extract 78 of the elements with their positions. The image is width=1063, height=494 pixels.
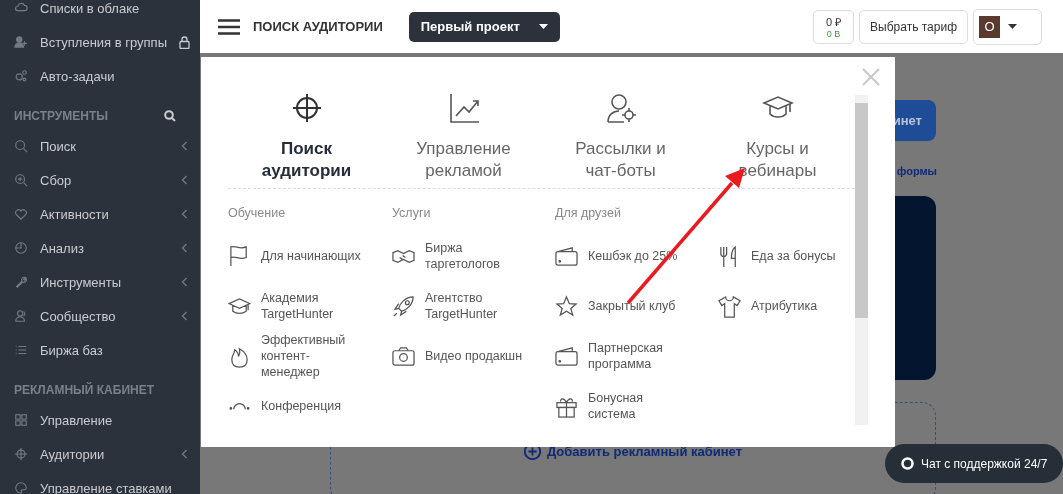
column-heading: Обучение — [228, 206, 287, 222]
sidebar-item[interactable]: Авто-задачи — [0, 59, 200, 93]
t-shirt-icon — [718, 294, 741, 318]
bonus-balance: 0 В — [826, 29, 841, 39]
caret-icon — [1008, 24, 1017, 29]
menu-icon[interactable] — [218, 18, 240, 35]
sidebar-item[interactable]: Сообщество — [0, 299, 200, 333]
chart-icon — [447, 92, 480, 124]
flame-icon — [228, 344, 251, 368]
menu-link[interactable]: Атрибутика — [718, 281, 855, 331]
menu-link[interactable]: Закрытый клуб — [555, 281, 718, 331]
column-heading: Для друзей — [555, 206, 622, 222]
sidebar-item[interactable]: Биржа баз — [0, 333, 200, 367]
pie-icon — [14, 241, 28, 255]
heart-icon — [14, 207, 28, 221]
sidebar-item[interactable]: Аудитории — [0, 437, 200, 471]
chevron-icon — [181, 175, 188, 185]
sidebar-item[interactable]: Поиск — [0, 129, 200, 163]
menu-link[interactable]: Бонусная система — [555, 381, 718, 425]
menu-link[interactable]: Партнерская программа — [555, 331, 718, 381]
page-title: ПОИСК АУДИТОРИИ — [253, 19, 383, 34]
support-chat-button[interactable]: Чат с поддержкой 24/7 — [885, 444, 1063, 483]
category-tab[interactable]: Управление рекламой — [385, 92, 542, 182]
chevron-icon — [181, 243, 188, 253]
menu-link[interactable]: Конференция — [228, 381, 392, 425]
caret-icon — [538, 24, 548, 29]
lock-icon — [179, 35, 190, 49]
menu-link[interactable]: Академия TargetHunter — [228, 281, 392, 331]
menu-link[interactable]: Эффективный контент- менеджер — [228, 331, 392, 381]
sidebar-item[interactable]: Активности — [0, 197, 200, 231]
sidebar-item[interactable]: Сбор — [0, 163, 200, 197]
grid-icon — [14, 413, 28, 427]
section-title: РЕКЛАМНЫЙ КАБИНЕТ — [14, 383, 155, 397]
crosshair-icon — [290, 92, 323, 124]
account-button[interactable]: О — [973, 8, 1042, 45]
star-icon — [555, 294, 578, 318]
search-icon — [14, 139, 28, 153]
menu-link[interactable]: Биржа таргетологов — [392, 231, 555, 281]
avatar: О — [979, 15, 1000, 38]
wallet-icon — [555, 344, 578, 368]
users-icon — [14, 309, 28, 323]
category-tab[interactable]: Поиск аудитории — [228, 92, 385, 182]
chevron-icon — [181, 277, 188, 287]
column-heading: Услуги — [392, 206, 432, 222]
search-icon[interactable] — [164, 110, 176, 122]
money-balance: 0 ₽ — [825, 15, 842, 29]
chevron-icon — [181, 209, 188, 219]
user-plus-icon — [14, 35, 28, 49]
plan-button[interactable]: Выбрать тариф — [859, 9, 968, 44]
project-dropdown[interactable]: Первый проект — [408, 11, 560, 42]
rocket-icon — [392, 294, 415, 318]
category-tab[interactable]: Рассылки и чат-боты — [542, 92, 699, 182]
chevron-icon — [181, 449, 188, 459]
zoom-in-icon — [14, 173, 28, 187]
menu-link[interactable]: Еда за бонусы — [718, 231, 855, 281]
scrollbar[interactable] — [855, 95, 868, 425]
menu-link[interactable]: Для начинающих — [228, 231, 392, 281]
chevron-icon — [181, 311, 188, 321]
chevron-icon — [181, 141, 188, 151]
sidebar-item[interactable]: Анализ — [0, 231, 200, 265]
palette-icon — [14, 481, 28, 494]
sidebar-item[interactable]: Инструменты — [0, 265, 200, 299]
balance-box[interactable]: 0 ₽ 0 В — [813, 9, 855, 44]
section-title: ИНСТРУМЕНТЫ — [14, 109, 109, 123]
wallet-icon — [555, 244, 578, 268]
camera-icon — [392, 344, 415, 368]
crosshair-icon — [14, 447, 28, 461]
menu-link[interactable]: Видео продакшн — [392, 331, 555, 381]
lifebuoy-icon — [901, 457, 914, 470]
wrench-icon — [14, 275, 28, 289]
menu-link[interactable]: Агентство TargetHunter — [392, 281, 555, 331]
sidebar-item[interactable]: Вступления в группы — [0, 25, 200, 59]
category-tab[interactable]: Курсы и вебинары — [699, 92, 856, 182]
sidebar-item[interactable]: Управление — [0, 403, 200, 437]
sidebar-item[interactable]: Списки в облаке — [0, 0, 200, 25]
user-gear-icon — [604, 92, 637, 124]
gears-icon — [14, 69, 28, 83]
list-icon — [14, 343, 28, 357]
